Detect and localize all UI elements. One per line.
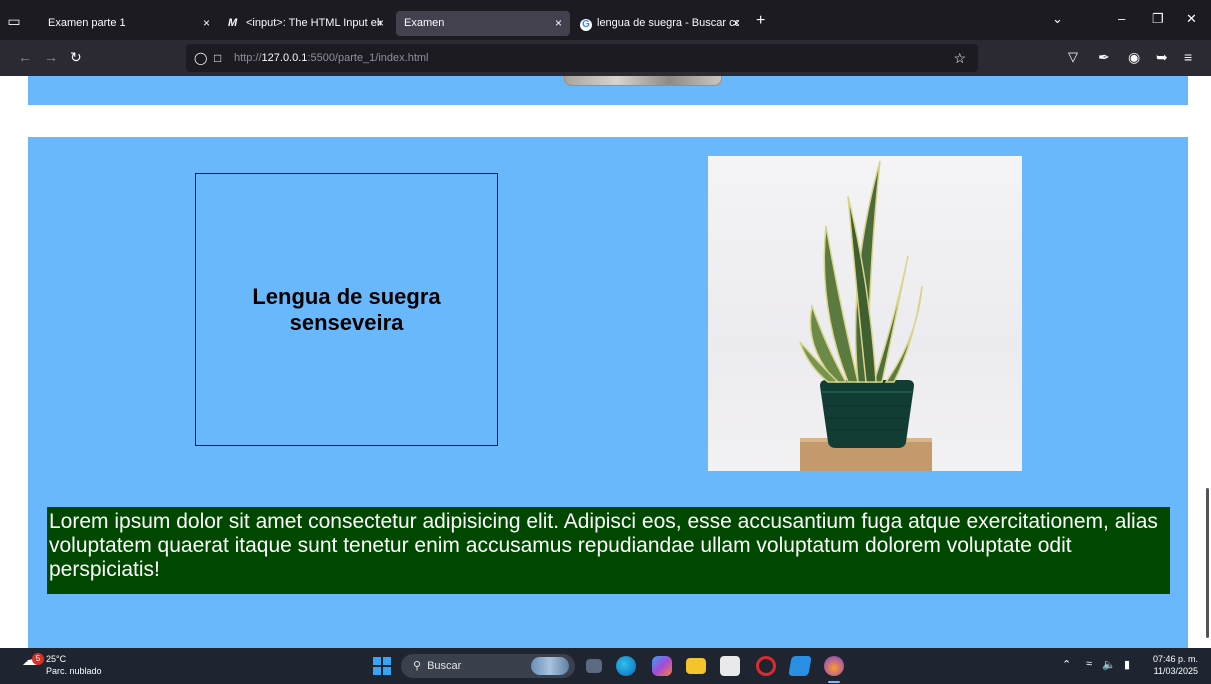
menu-icon[interactable]: ≡ [1184,49,1192,65]
tab-google-search[interactable]: Glengua de suegra - Buscar con G × [572,11,748,36]
vscode-icon[interactable] [788,656,812,676]
close-window-icon[interactable]: ✕ [1186,11,1197,27]
copilot-icon[interactable] [652,656,672,676]
plant-image [708,156,1022,471]
date: 11/03/2025 [1153,666,1198,676]
tab-mdn-input[interactable]: M <input>: The HTML Input eleme × [220,11,392,36]
snake-plant-illustration [799,160,932,471]
weather-condition: Parc. nublado [46,666,102,676]
windows-taskbar: ☁ 5 25°C Parc. nublado ⚲ Buscar ⌃ ≈ 🔈 ▮ 0… [0,648,1211,684]
bookmark-star-icon[interactable]: ☆ [953,44,966,72]
battery-icon[interactable]: ▮ [1124,658,1130,671]
address-bar[interactable]: ◯ □ http://127.0.0.1:5500/parte_1/index.… [186,44,978,72]
tab-close-icon[interactable]: × [377,11,384,36]
tab-close-icon[interactable]: × [203,11,210,36]
reload-icon[interactable]: ↻ [70,49,82,66]
lorem-text-box: Lorem ipsum dolor sit amet consectetur a… [47,507,1170,594]
wrench-icon[interactable]: ✒ [1098,49,1110,66]
tab-examen-parte-1[interactable]: Examen parte 1 × [40,11,218,36]
back-arrow-icon[interactable]: ← [18,49,32,65]
top-image [564,76,722,86]
tab-label: lengua de suegra - Buscar con G [597,17,739,29]
page-viewport: Lengua de suegra senseveira Lorem ipsum … [0,76,1211,648]
tab-label: Examen parte 1 [48,17,126,29]
show-hidden-icons-chevron-icon[interactable]: ⌃ [1062,658,1071,671]
search-icon: ⚲ [413,660,422,672]
taskbar-search[interactable]: ⚲ Buscar [401,654,575,678]
time: 07:46 p. m. [1152,654,1198,664]
plant-section: Lengua de suegra senseveira Lorem ipsum … [28,137,1188,648]
temperature: 25°C [46,654,67,664]
restore-icon[interactable]: ❐ [1152,11,1164,27]
weather-badge: 5 [32,653,44,665]
opera-browser-icon[interactable] [756,656,776,676]
browser-nav-bar: ← → ↻ ◯ □ http://127.0.0.1:5500/parte_1/… [0,40,1211,76]
active-app-indicator [828,681,840,683]
wifi-icon[interactable]: ≈ [1086,658,1092,670]
forward-arrow-icon[interactable]: → [44,49,58,65]
browser-tab-bar: ▭ Examen parte 1 × M <input>: The HTML In… [0,0,1211,40]
pocket-icon[interactable]: ▽ [1068,49,1078,65]
tab-label: <input>: The HTML Input eleme [246,17,381,29]
shield-icon[interactable]: ◯ [194,44,207,72]
search-label: Buscar [427,660,462,672]
microsoft-store-icon[interactable] [720,656,740,676]
file-explorer-icon[interactable] [686,658,706,674]
google-favicon-icon: G [580,19,592,31]
account-icon[interactable]: ◉ [1128,49,1140,66]
tab-close-icon[interactable]: × [733,11,740,36]
new-tab-button[interactable]: + [756,12,765,30]
minimize-icon[interactable]: – [1118,11,1125,26]
clock[interactable]: 07:46 p. m. 11/03/2025 [1146,653,1198,677]
windows-start-icon[interactable] [373,657,391,675]
tab-close-icon[interactable]: × [555,11,562,36]
search-highlight-image [531,657,569,675]
task-view-icon[interactable] [586,659,602,673]
list-all-tabs-icon[interactable]: ⌄ [1052,11,1063,27]
firefox-icon[interactable] [824,656,844,676]
tab-label: Examen [404,17,445,29]
tab-list-icon[interactable]: ▭ [6,13,22,29]
edge-browser-icon[interactable] [616,656,636,676]
tab-examen[interactable]: Examen × [396,11,570,36]
extensions-icon[interactable]: ➥ [1156,49,1168,66]
plant-card: Lengua de suegra senseveira [195,173,498,446]
page-icon[interactable]: □ [214,44,221,72]
plant-title: Lengua de suegra senseveira [252,283,441,335]
top-section [28,76,1188,105]
scrollbar[interactable] [1206,488,1209,638]
mdn-favicon-icon: M [228,17,238,29]
url-text[interactable]: http://127.0.0.1:5500/parte_1/index.html [234,44,429,72]
volume-muted-icon[interactable]: 🔈 [1102,658,1116,671]
